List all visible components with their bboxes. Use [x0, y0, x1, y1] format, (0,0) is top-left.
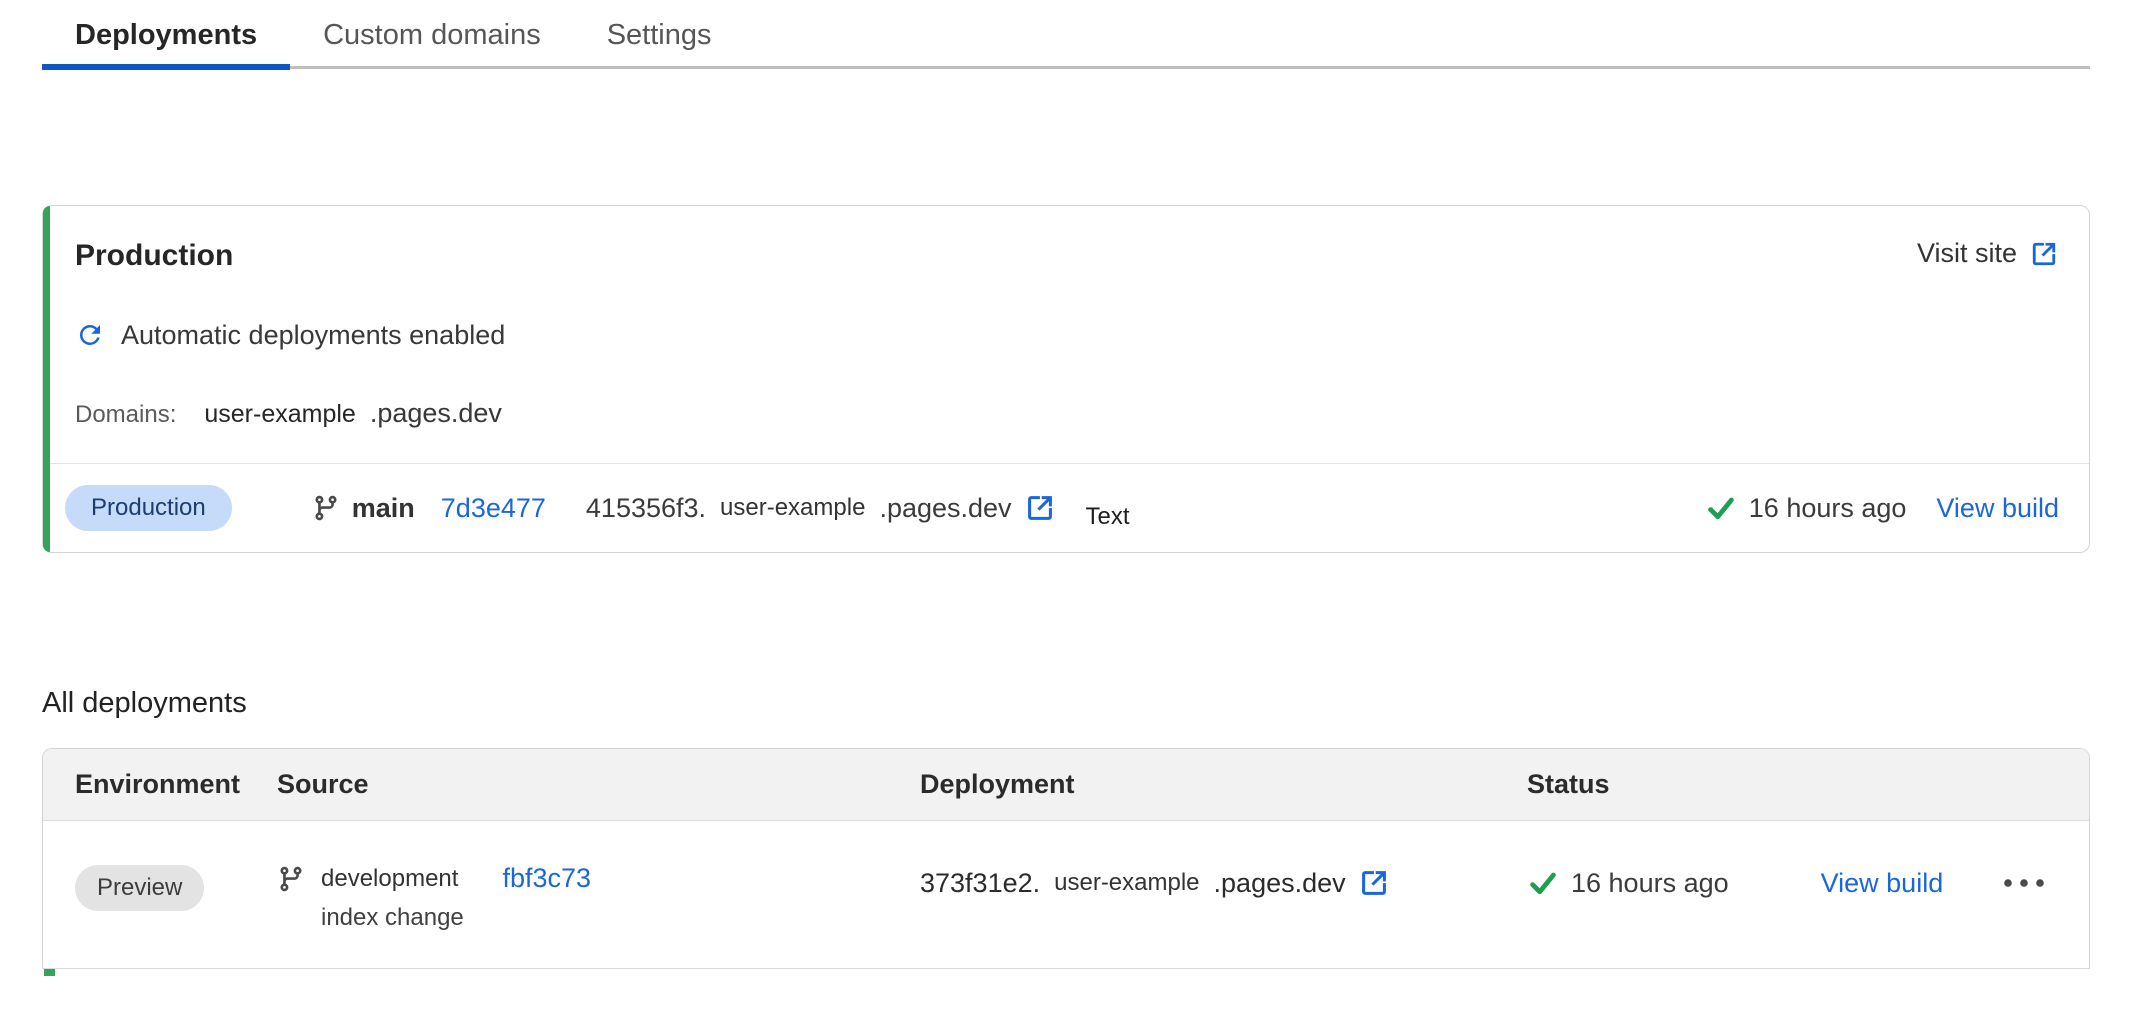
- view-build-link[interactable]: View build: [1821, 868, 1944, 899]
- commit-hash-link[interactable]: fbf3c73: [502, 863, 591, 894]
- deployment-id: 373f31e2.: [920, 868, 1040, 899]
- column-deployment: Deployment: [920, 769, 1527, 800]
- commit-hash-link[interactable]: 7d3e477: [441, 493, 546, 524]
- stray-text-label: Text: [1086, 503, 1130, 531]
- deployment-suffix: .pages.dev: [879, 493, 1011, 524]
- column-environment: Environment: [75, 769, 277, 800]
- table-header: Environment Source Deployment Status: [43, 749, 2089, 821]
- production-accent-bar: [43, 206, 50, 552]
- status-time: 16 hours ago: [1571, 868, 1729, 899]
- check-icon: [1705, 492, 1737, 524]
- deployment-id: 415356f3.: [586, 493, 706, 524]
- tab-deployments[interactable]: Deployments: [42, 17, 290, 70]
- deployment-cell: 373f31e2. user-example .pages.dev: [920, 863, 1527, 899]
- check-icon: [1527, 867, 1559, 899]
- production-title: Production: [75, 238, 233, 274]
- external-link-icon[interactable]: [1358, 867, 1390, 899]
- domains-label: Domains:: [75, 401, 176, 429]
- tab-bar: Deployments Custom domains Settings: [42, 0, 2090, 70]
- all-deployments-title: All deployments: [42, 685, 2090, 721]
- external-link-icon[interactable]: [1024, 492, 1056, 524]
- tab-settings-label: Settings: [607, 19, 712, 51]
- refresh-icon: [75, 320, 105, 350]
- tab-custom-domains-label: Custom domains: [323, 19, 541, 51]
- production-status: 16 hours ago View build: [1705, 492, 2059, 524]
- tab-custom-domains[interactable]: Custom domains: [290, 17, 574, 70]
- environment-badge: Production: [65, 485, 232, 531]
- tab-settings[interactable]: Settings: [574, 17, 745, 70]
- git-branch-icon: [312, 494, 340, 522]
- view-build-link[interactable]: View build: [1936, 493, 2059, 524]
- deployment-name: user-example: [720, 494, 865, 522]
- external-link-icon: [2029, 239, 2059, 269]
- tab-deployments-label: Deployments: [75, 19, 257, 51]
- git-branch-icon: [277, 865, 305, 893]
- table-row: Preview development fbf3c73 index change…: [43, 821, 2089, 969]
- overflow-menu-icon[interactable]: [2000, 875, 2048, 891]
- environment-badge: Preview: [75, 865, 204, 911]
- branch-name: main: [352, 493, 415, 524]
- deployment-suffix: .pages.dev: [1214, 868, 1346, 899]
- production-deployment-row: Production main 7d3e477 415356f3. user-e…: [43, 463, 2089, 552]
- commit-message: index change: [321, 904, 464, 932]
- visit-site-label: Visit site: [1917, 238, 2017, 269]
- domain-suffix: .pages.dev: [370, 398, 502, 429]
- auto-deployments-text: Automatic deployments enabled: [121, 318, 505, 352]
- status-cell: 16 hours ago View build: [1527, 863, 2077, 899]
- production-card-body: Production Visit site Automatic deploym: [43, 206, 2089, 463]
- visit-site-link[interactable]: Visit site: [1917, 238, 2059, 269]
- deployment-url: 415356f3. user-example .pages.dev: [586, 492, 1056, 524]
- column-status: Status: [1527, 769, 2077, 800]
- source-cell: development fbf3c73 index change: [277, 863, 920, 932]
- domain-name: user-example: [204, 400, 355, 429]
- deployment-name: user-example: [1054, 869, 1199, 897]
- production-card: Production Visit site Automatic deploym: [42, 205, 2090, 553]
- deployments-table: Environment Source Deployment Status Pre…: [42, 748, 2090, 969]
- branch-name: development: [321, 865, 458, 893]
- column-source: Source: [277, 769, 920, 800]
- next-row-accent-peek: [44, 969, 55, 976]
- status-time: 16 hours ago: [1749, 493, 1907, 524]
- all-deployments-section: All deployments Environment Source Deplo…: [42, 685, 2090, 969]
